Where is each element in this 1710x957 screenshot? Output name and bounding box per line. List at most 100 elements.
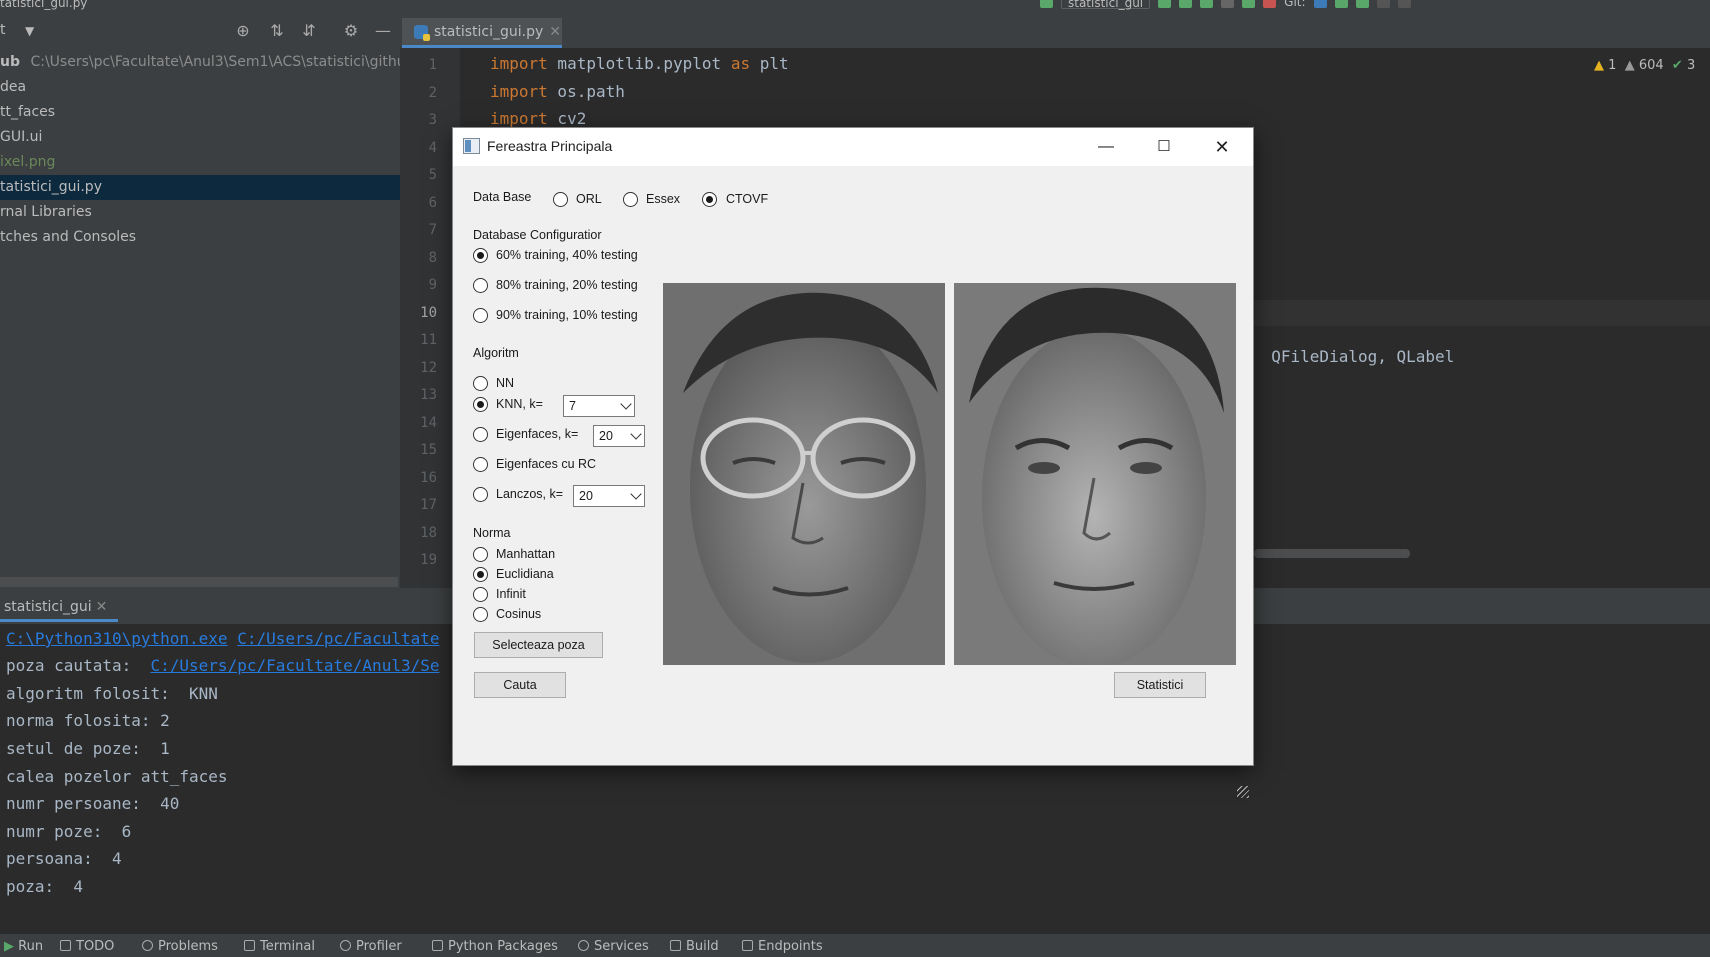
line-number: 1 bbox=[428, 57, 437, 73]
hammer-icon bbox=[670, 940, 681, 951]
tool-run[interactable]: ▶ Run bbox=[4, 939, 43, 954]
tree-item-idea[interactable]: dea bbox=[0, 75, 400, 100]
attach-icon[interactable] bbox=[1242, 0, 1256, 8]
radio-db-orl[interactable] bbox=[553, 192, 568, 207]
lanczos-k-select[interactable]: 20 bbox=[573, 485, 645, 507]
line-number: 8 bbox=[428, 250, 437, 266]
tree-item-att-faces[interactable]: tt_faces bbox=[0, 100, 400, 125]
project-panel-title: t bbox=[0, 22, 6, 38]
hammer-icon[interactable] bbox=[1040, 0, 1053, 8]
resize-grip[interactable] bbox=[1237, 786, 1249, 798]
query-face-image bbox=[663, 283, 945, 665]
tree-item-statistici-gui[interactable]: tatistici_gui.py bbox=[0, 175, 400, 200]
tree-item-pixel-png[interactable]: ixel.png bbox=[0, 150, 400, 175]
expand-all-icon[interactable]: ⇅ bbox=[268, 22, 286, 40]
radio-algo-eigenfaces[interactable] bbox=[473, 427, 488, 442]
radio-algo-nn[interactable] bbox=[473, 376, 488, 391]
code-line-3: import cv2 bbox=[490, 109, 587, 128]
stop-icon[interactable] bbox=[1263, 0, 1277, 8]
radio-algo-eigenfaces-rc-label: Eigenfaces cu RC bbox=[496, 457, 597, 471]
radio-norma-cosinus[interactable] bbox=[473, 607, 488, 622]
coverage-icon[interactable] bbox=[1200, 0, 1214, 8]
project-horizontal-scrollbar[interactable] bbox=[0, 577, 398, 587]
rollback-icon[interactable] bbox=[1397, 0, 1411, 8]
profile-icon[interactable] bbox=[1221, 0, 1235, 8]
tool-build[interactable]: Build bbox=[670, 939, 719, 954]
dialog-title-bar[interactable]: Fereastra Principala — ☐ ✕ bbox=[453, 128, 1253, 166]
tab-statistici-gui[interactable]: statistici_gui.py ✕ bbox=[402, 18, 562, 48]
tool-services[interactable]: Services bbox=[578, 939, 649, 954]
radio-db-ctovf-label: CTOVF bbox=[726, 192, 769, 206]
line-number: 2 bbox=[428, 85, 437, 101]
history-icon[interactable] bbox=[1376, 0, 1390, 8]
gear-icon[interactable]: ⚙ bbox=[342, 22, 360, 40]
radio-norma-euclidiana[interactable] bbox=[473, 567, 488, 582]
editor-horizontal-scrollbar[interactable] bbox=[1254, 549, 1410, 558]
knn-k-select[interactable]: 7 bbox=[563, 395, 635, 417]
console-line: algoritm folosit: KNN bbox=[6, 684, 218, 703]
database-label: Data Base bbox=[473, 190, 532, 204]
tree-item-gui-ui[interactable]: GUI.ui bbox=[0, 125, 400, 150]
minimize-icon[interactable]: — bbox=[1077, 128, 1135, 166]
tree-item-label: rnal Libraries bbox=[0, 204, 92, 220]
run-icon[interactable] bbox=[1158, 0, 1172, 8]
hide-panel-icon[interactable]: — bbox=[374, 22, 392, 40]
radio-norma-infinit[interactable] bbox=[473, 587, 488, 602]
console-line: setul de poze: 1 bbox=[6, 739, 170, 758]
tool-python-packages[interactable]: Python Packages bbox=[432, 939, 558, 954]
tree-item-label: tt_faces bbox=[0, 104, 56, 120]
eigenfaces-k-select[interactable]: 20 bbox=[593, 425, 645, 447]
tool-terminal[interactable]: Terminal bbox=[244, 939, 315, 954]
main-dialog-window: Fereastra Principala — ☐ ✕ Data Base ORL… bbox=[453, 128, 1253, 798]
radio-norma-cosinus-label: Cosinus bbox=[496, 607, 542, 621]
chevron-down-icon[interactable]: ▼ bbox=[25, 24, 34, 38]
line-number: 9 bbox=[428, 277, 437, 293]
list-icon bbox=[60, 940, 71, 951]
dialog-body: Data Base ORL Essex CTOVF Database Confi… bbox=[453, 166, 1253, 798]
tool-todo[interactable]: TODO bbox=[60, 939, 114, 954]
radio-config-60[interactable] bbox=[473, 248, 488, 263]
radio-config-80[interactable] bbox=[473, 278, 488, 293]
locate-icon[interactable]: ⊕ bbox=[234, 22, 252, 40]
inspection-widget[interactable]: ▲ 1 ▲ 604 ✔ 3 bbox=[1594, 58, 1695, 73]
radio-db-ctovf[interactable] bbox=[702, 192, 717, 207]
git-commit-icon[interactable] bbox=[1334, 0, 1348, 8]
close-icon[interactable]: ✕ bbox=[1193, 128, 1251, 166]
radio-algo-lanczos[interactable] bbox=[473, 487, 488, 502]
line-number: 16 bbox=[420, 470, 437, 486]
lanczos-k-value: 20 bbox=[579, 489, 593, 503]
console-link[interactable]: C:/Users/pc/Facultate bbox=[237, 629, 439, 648]
git-push-icon[interactable] bbox=[1355, 0, 1369, 8]
radio-algo-eigenfaces-rc[interactable] bbox=[473, 457, 488, 472]
console-link[interactable]: C:/Users/pc/Facultate/Anul3/Se bbox=[151, 656, 440, 675]
git-update-icon[interactable] bbox=[1313, 0, 1327, 8]
radio-config-90[interactable] bbox=[473, 308, 488, 323]
select-photo-button[interactable]: Selecteaza poza bbox=[474, 632, 603, 658]
collapse-all-icon[interactable]: ⇵ bbox=[300, 22, 318, 40]
ok-count: 3 bbox=[1686, 58, 1696, 73]
query-face-drawing bbox=[663, 283, 945, 665]
run-configuration-select[interactable]: statistici_gui bbox=[1061, 0, 1151, 10]
tool-problems[interactable]: Problems bbox=[142, 939, 218, 954]
close-icon[interactable]: ✕ bbox=[96, 599, 108, 615]
tree-item-scratches[interactable]: tches and Consoles bbox=[0, 225, 400, 250]
search-button[interactable]: Cauta bbox=[474, 672, 566, 698]
maximize-icon[interactable]: ☐ bbox=[1135, 128, 1193, 166]
toolbar-actions: statistici_gui Git: bbox=[1040, 0, 1411, 10]
radio-algo-lanczos-label: Lanczos, k= bbox=[496, 487, 564, 501]
tree-item-external-libraries[interactable]: rnal Libraries bbox=[0, 200, 400, 225]
statistics-button[interactable]: Statistici bbox=[1114, 672, 1206, 698]
tree-item-root[interactable]: ub C:\Users\pc\Facultate\Anul3\Sem1\ACS\… bbox=[0, 50, 400, 75]
tab-run-statistici-gui[interactable]: statistici_gui ✕ bbox=[0, 595, 118, 622]
close-icon[interactable]: ✕ bbox=[549, 24, 561, 40]
radio-db-essex[interactable] bbox=[623, 192, 638, 207]
weak-warning-icon: ▲ bbox=[1624, 58, 1635, 73]
debug-icon[interactable] bbox=[1179, 0, 1193, 8]
radio-algo-knn[interactable] bbox=[473, 397, 488, 412]
chevron-down-icon bbox=[630, 488, 642, 500]
console-link[interactable]: C:\Python310\python.exe bbox=[6, 629, 228, 648]
tool-profiler[interactable]: Profiler bbox=[340, 939, 402, 954]
radio-norma-manhattan[interactable] bbox=[473, 547, 488, 562]
norma-label: Norma bbox=[473, 526, 511, 540]
tool-endpoints[interactable]: Endpoints bbox=[742, 939, 823, 954]
